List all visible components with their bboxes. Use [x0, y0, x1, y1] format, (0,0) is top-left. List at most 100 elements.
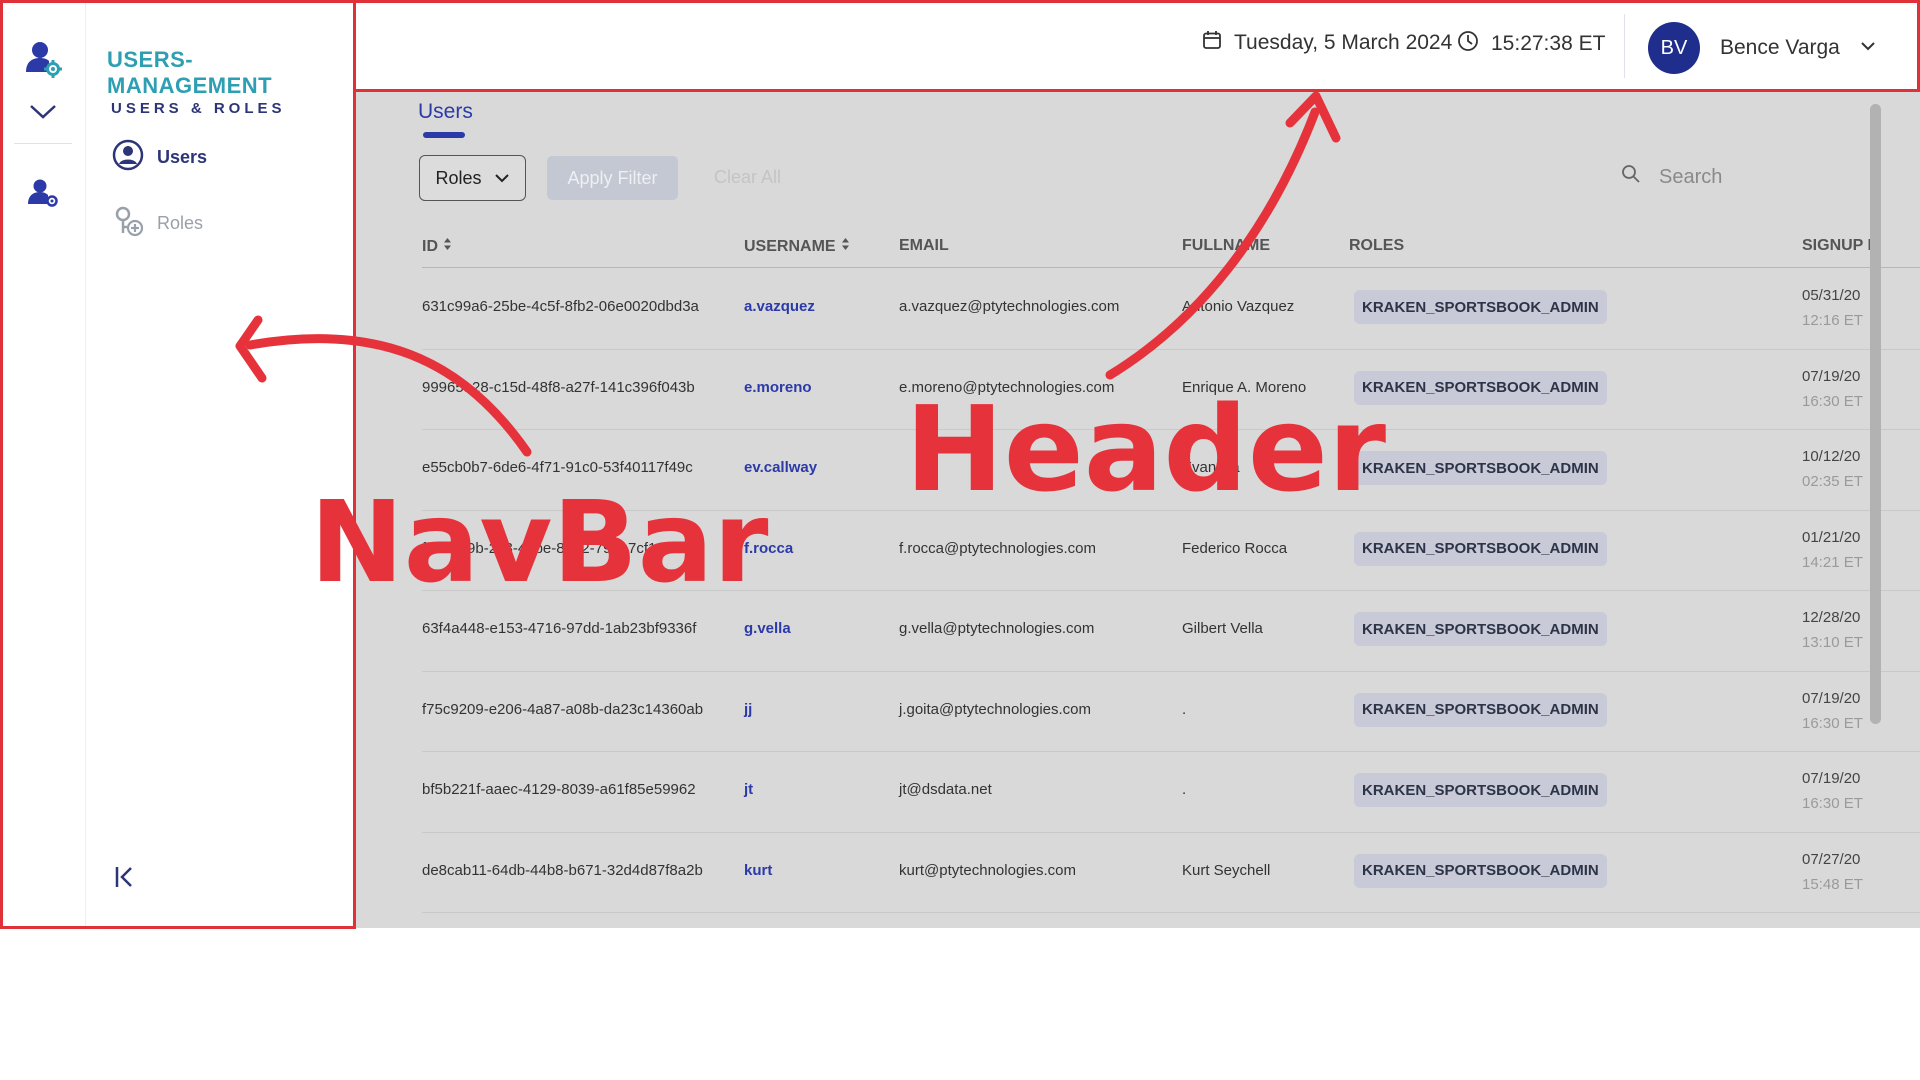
user-id: 63f4a448-e153-4716-97dd-1ab23bf9336f — [422, 620, 697, 637]
user-email: jt@dsdata.net — [899, 781, 992, 798]
signup-time-text: 13:10 ET — [1802, 634, 1863, 651]
role-badge: KRAKEN_SPORTSBOOK_ADMIN — [1354, 290, 1607, 324]
sort-icon[interactable] — [841, 237, 850, 256]
username-link[interactable]: jt — [744, 781, 753, 798]
tab-users[interactable]: Users — [418, 100, 473, 124]
chevron-down-icon — [494, 168, 510, 189]
username-link[interactable]: a.vazquez — [744, 298, 815, 315]
username-link[interactable]: e.moreno — [744, 379, 812, 396]
signup-time-text: 15:48 ET — [1802, 875, 1863, 893]
nav-item-roles[interactable]: Roles — [112, 205, 203, 241]
signup-date-text: 10/12/20 — [1802, 448, 1861, 465]
chevron-down-icon[interactable] — [18, 86, 68, 136]
user-id: e55cb0b7-6de6-4f71-91c0-53f40117f49c — [422, 459, 693, 476]
user-id: bf5b221f-aaec-4129-8039-a61f85e59962 — [422, 781, 696, 798]
key-add-icon — [112, 205, 144, 242]
collapse-sidebar-icon[interactable] — [110, 862, 140, 892]
icon-rail — [0, 0, 86, 928]
search-input[interactable] — [1659, 165, 1839, 189]
column-roles: ROLES — [1349, 237, 1405, 254]
signup-time-text: 02:35 ET — [1802, 473, 1863, 490]
sort-icon[interactable] — [443, 237, 452, 256]
nav-item-users[interactable]: Users — [112, 139, 207, 175]
signup-date: 12/28/20 13:10 ET — [1802, 609, 1920, 651]
user-settings-icon[interactable] — [18, 34, 68, 84]
signup-time-text: 12:16 ET — [1802, 312, 1863, 329]
user-name: Bence Varga — [1720, 36, 1840, 59]
chevron-down-icon[interactable] — [1860, 39, 1876, 57]
table-row[interactable]: f75c9209-e206-4a87-a08b-da23c14360ab jj j.… — [422, 672, 1920, 752]
header-divider — [1624, 14, 1625, 78]
signup-date-text: 07/27/20 — [1802, 850, 1861, 868]
vertical-scrollbar[interactable] — [1870, 104, 1881, 724]
header: Tuesday, 5 March 2024 15:27:38 ET BV Ben… — [356, 0, 1920, 92]
signup-date: 07/19/20 16:30 ET — [1802, 770, 1920, 812]
signup-date: 07/19/20 16:30 ET — [1802, 690, 1920, 732]
signup-date: 07/19/20 16:30 ET — [1802, 368, 1920, 410]
username-link[interactable]: ev.callway — [744, 459, 817, 476]
section-title: USERS & ROLES — [111, 100, 286, 117]
signup-date-text: 12/28/20 — [1802, 609, 1861, 626]
user-fullname: . — [1182, 700, 1187, 718]
column-email: EMAIL — [899, 237, 949, 254]
date-text: Tuesday, 5 March 2024 — [1234, 31, 1453, 54]
signup-date: 01/21/20 14:21 ET — [1802, 529, 1920, 571]
role-badge: KRAKEN_SPORTSBOOK_ADMIN — [1354, 773, 1607, 807]
role-badge: KRAKEN_SPORTSBOOK_ADMIN — [1354, 531, 1607, 566]
avatar[interactable]: BV — [1648, 22, 1700, 74]
table-row[interactable]: bf5b221f-aaec-4129-8039-a61f85e59962 jt jt… — [422, 752, 1920, 833]
tab-active-indicator — [423, 132, 465, 138]
user-fullname: Antonio Vazquez — [1182, 298, 1295, 315]
roles-dropdown[interactable]: Roles — [419, 155, 526, 201]
user-gear-icon[interactable] — [18, 168, 68, 218]
user-id: de8cab11-64db-44b8-b671-32d4d87f8a2b — [422, 861, 703, 879]
nav-item-label: Users — [157, 146, 208, 167]
user-id: 99965a28-c15d-48f8-a27f-141c396f043b — [422, 378, 695, 396]
signup-time-text: 14:21 ET — [1802, 553, 1863, 571]
username-link[interactable]: jj — [744, 701, 752, 718]
header-label: Header — [905, 380, 1387, 518]
table-row[interactable]: de8cab11-64db-44b8-b671-32d4d87f8a2b kurt… — [422, 833, 1920, 913]
signup-date: 05/31/20 12:16 ET — [1802, 287, 1920, 329]
roles-dropdown-label: Roles — [435, 167, 482, 188]
user-email: f.rocca@ptytechnologies.com — [899, 539, 1096, 557]
user-id: f75c9209-e206-4a87-a08b-da23c14360ab — [422, 700, 704, 718]
user-fullname: . — [1182, 781, 1187, 798]
clear-all-button[interactable]: Clear All — [714, 167, 781, 188]
signup-date-text: 07/19/20 — [1802, 367, 1861, 385]
user-circle-icon — [112, 139, 144, 176]
column-signup-date: SIGNUP D — [1802, 237, 1880, 254]
signup-date-text: 01/21/20 — [1802, 528, 1861, 546]
role-badge: KRAKEN_SPORTSBOOK_ADMIN — [1354, 612, 1607, 646]
search-box[interactable] — [1621, 164, 1839, 190]
role-badge: KRAKEN_SPORTSBOOK_ADMIN — [1354, 692, 1607, 727]
role-badge: KRAKEN_SPORTSBOOK_ADMIN — [1354, 370, 1607, 405]
role-badge: KRAKEN_SPORTSBOOK_ADMIN — [1354, 451, 1607, 485]
nav-item-label: Roles — [157, 212, 204, 233]
user-fullname: Federico Rocca — [1182, 539, 1288, 557]
time-text: 15:27:38 ET — [1491, 32, 1606, 55]
table-row[interactable]: 631c99a6-25be-4c5f-8fb2-06e0020dbd3a a.va… — [422, 269, 1920, 350]
role-badge: KRAKEN_SPORTSBOOK_ADMIN — [1354, 853, 1607, 888]
calendar-icon — [1202, 30, 1222, 56]
username-link[interactable]: kurt — [744, 862, 772, 879]
header-date: Tuesday, 5 March 2024 — [1202, 30, 1452, 56]
column-username[interactable]: USERNAME — [744, 237, 850, 256]
user-fullname: Kurt Seychell — [1182, 861, 1271, 879]
username-link[interactable]: g.vella — [744, 620, 791, 637]
signup-date: 10/12/20 02:35 ET — [1802, 448, 1920, 490]
signup-time-text: 16:30 ET — [1802, 795, 1863, 812]
table-header: ID USERNAME EMAIL FULLNAME ROLES SIGNUP … — [422, 232, 1920, 268]
signup-time-text: 16:30 ET — [1802, 714, 1863, 732]
signup-time-text: 16:30 ET — [1802, 392, 1863, 410]
user-id: 631c99a6-25be-4c5f-8fb2-06e0020dbd3a — [422, 298, 699, 315]
apply-filter-button[interactable]: Apply Filter — [547, 156, 678, 200]
user-email: j.goita@ptytechnologies.com — [899, 700, 1091, 718]
column-id[interactable]: ID — [422, 237, 452, 256]
app-title: USERS-MANAGEMENT — [107, 47, 273, 98]
user-email: kurt@ptytechnologies.com — [899, 861, 1076, 879]
user-menu[interactable]: BV Bence Varga — [1648, 22, 1876, 74]
rail-divider — [14, 143, 72, 144]
search-icon — [1621, 164, 1641, 190]
user-fullname: Gilbert Vella — [1182, 620, 1263, 637]
